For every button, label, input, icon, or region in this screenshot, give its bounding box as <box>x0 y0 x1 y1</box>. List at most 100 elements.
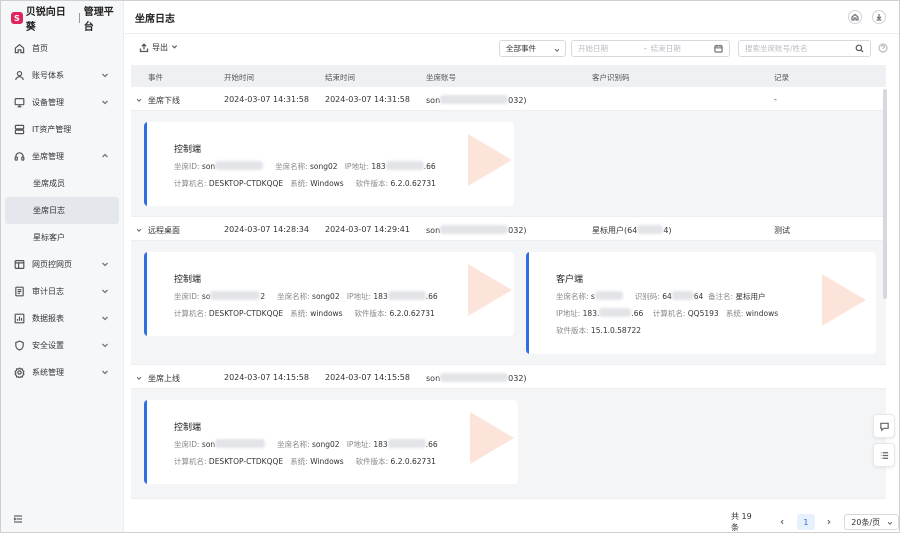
column-header-seat-account: 坐席账号 <box>426 73 456 82</box>
start-time-cell: 2024-03-07 14:15:58 <box>224 373 309 382</box>
sidebar-item-security[interactable]: 安全设置 <box>1 332 123 359</box>
sidebar-item-seat-members[interactable]: 坐席成员 <box>1 170 123 197</box>
collapse-sidebar-icon[interactable] <box>13 514 23 524</box>
download-button[interactable] <box>872 10 886 24</box>
chevron-down-icon[interactable] <box>136 96 142 105</box>
chevron-down-icon <box>101 260 109 268</box>
seat-name-value: song02 <box>310 162 338 171</box>
note-label: 备注名: <box>708 292 734 301</box>
home-icon <box>851 13 859 21</box>
seat-log-table: 事件 开始时间 结束时间 坐席账号 客户识别码 记录 坐席下线 2024-03-… <box>131 65 886 501</box>
chat-icon <box>879 422 889 431</box>
version-value: 6.2.0.62731 <box>390 457 436 466</box>
redacted-blur <box>210 291 261 300</box>
table-row[interactable]: 坐席上线 2024-03-07 14:15:58 2024-03-07 14:1… <box>131 365 886 389</box>
controller-card: 控制端 坐席ID: son 坐席名称: song02 IP地址: 183.66 … <box>144 122 514 206</box>
date-range-picker[interactable]: 开始日期 - 结束日期 <box>571 40 730 57</box>
seat-id-suffix: 2 <box>260 292 266 301</box>
card-title: 控制端 <box>174 145 202 155</box>
seat-id-label: 坐席ID: <box>174 292 200 301</box>
table-scrollbar[interactable] <box>883 89 887 299</box>
card-line: 坐席ID: so 2 坐席名称: song02 IP地址: 183 .66 <box>174 291 438 302</box>
sidebar-item-seat-management[interactable]: 坐席管理 <box>1 143 123 170</box>
brand[interactable]: S 贝锐向日葵 管理平台 <box>1 1 123 35</box>
redacted-blur <box>594 291 623 300</box>
column-header-record: 记录 <box>774 73 789 82</box>
version-value: 6.2.0.62731 <box>390 179 436 188</box>
seat-name-label: 坐席名称: <box>556 292 589 301</box>
ip-suffix: .66 <box>423 162 436 171</box>
list-widget-button[interactable] <box>873 443 895 467</box>
seat-id-label: 坐席ID: <box>174 440 200 449</box>
sidebar-item-web-control[interactable]: 网页控网页 <box>1 251 123 278</box>
help-icon[interactable] <box>878 43 888 53</box>
prev-page-button[interactable] <box>775 515 789 529</box>
export-button[interactable]: 导出 <box>139 42 181 53</box>
sidebar-item-seat-log[interactable]: 坐席日志 <box>5 197 119 224</box>
watermark-triangle <box>468 134 512 186</box>
card-title: 客户端 <box>556 275 584 285</box>
sidebar-item-label: 系统管理 <box>32 368 64 377</box>
chevron-down-icon[interactable] <box>136 374 142 383</box>
chevron-down-icon[interactable] <box>136 226 142 235</box>
card-line: 计算机名: DESKTOP-CTDKQQE 系统: windows 软件版本: … <box>174 308 435 319</box>
version-label: 软件版本: <box>354 309 388 318</box>
sidebar-item-label: 首页 <box>32 44 48 53</box>
host-value: DESKTOP-CTDKQQE <box>208 309 284 318</box>
ip-label: IP地址: <box>556 309 581 318</box>
sidebar-item-starred-customers[interactable]: 星标客户 <box>1 224 123 251</box>
sidebar-item-label: 坐席日志 <box>33 206 65 215</box>
sidebar-item-system[interactable]: 系统管理 <box>1 359 123 386</box>
list-icon <box>880 451 888 459</box>
search-icon[interactable] <box>855 44 864 55</box>
redacted-blur <box>215 161 264 170</box>
sidebar-item-reports[interactable]: 数据报表 <box>1 305 123 332</box>
seat-account-cell: son 032) <box>426 225 527 235</box>
client-code-label: 识别码: <box>634 292 660 301</box>
end-date-input[interactable]: 结束日期 <box>651 43 681 54</box>
gear-icon <box>13 367 25 379</box>
chevron-down-icon <box>101 71 109 79</box>
end-time-cell: 2024-03-07 14:31:58 <box>325 95 410 104</box>
next-page-button[interactable] <box>823 515 837 529</box>
watermark-triangle <box>470 412 514 464</box>
host-label: 计算机名: <box>652 309 686 318</box>
brand-name: 贝锐向日葵 <box>25 7 66 33</box>
ip-label: IP地址: <box>344 162 369 171</box>
sidebar-item-accounts[interactable]: 账号体系 <box>1 62 123 89</box>
chat-widget-button[interactable] <box>873 414 895 438</box>
current-page[interactable]: 1 <box>797 514 815 530</box>
sidebar-item-label: 坐席管理 <box>32 152 64 161</box>
controller-card: 控制端 坐席ID: so 2 坐席名称: song02 IP地址: 183.66 … <box>144 252 514 336</box>
client-code-cell: 星标用户(64 4) <box>592 225 672 236</box>
sidebar-item-home[interactable]: 首页 <box>1 35 123 62</box>
sidebar-item-it-assets[interactable]: IT资产管理 <box>1 116 123 143</box>
table-row[interactable]: 坐席下线 2024-03-07 14:31:58 2024-03-07 14:3… <box>131 87 886 111</box>
event-cell: 坐席下线 <box>148 96 180 105</box>
chevron-down-icon <box>101 98 109 106</box>
version-label: 软件版本: <box>355 457 389 466</box>
card-line: 坐席名称: s 识别码: 64 64 备注名: 星标用户 <box>556 291 765 302</box>
page-size-value: 20条/页 <box>851 517 881 527</box>
search-placeholder: 搜索坐席账号/姓名 <box>745 44 808 53</box>
search-input[interactable]: 搜索坐席账号/姓名 <box>738 40 871 57</box>
sidebar-item-label: 审计日志 <box>32 287 64 296</box>
account-prefix: son <box>426 96 441 105</box>
event-filter-select[interactable]: 全部事件 <box>499 40 566 57</box>
redacted-blur <box>440 373 509 382</box>
start-date-input[interactable]: 开始日期 <box>578 43 608 54</box>
brand-divider <box>78 13 80 23</box>
row-detail: 控制端 坐席ID: son 坐席名称: song02 IP地址: 183.66 … <box>131 111 886 217</box>
sidebar-item-label: 设备管理 <box>32 98 64 107</box>
table-row[interactable]: 远程桌面 2024-03-07 14:28:34 2024-03-07 14:2… <box>131 217 886 241</box>
sidebar-item-devices[interactable]: 设备管理 <box>1 89 123 116</box>
home-button[interactable] <box>848 10 862 24</box>
page-size-select[interactable]: 20条/页 <box>844 514 900 530</box>
column-header-event: 事件 <box>148 73 163 82</box>
brand-logo-icon: S <box>11 12 23 24</box>
seat-account-cell: son 032) <box>426 95 527 105</box>
card-line: 软件版本: 15.1.0.58722 <box>556 325 641 336</box>
sidebar-item-audit-log[interactable]: 审计日志 <box>1 278 123 305</box>
row-detail: 控制端 坐席ID: son 坐席名称: song02 IP地址: 183.66 … <box>131 389 886 499</box>
os-value: Windows <box>310 457 344 466</box>
